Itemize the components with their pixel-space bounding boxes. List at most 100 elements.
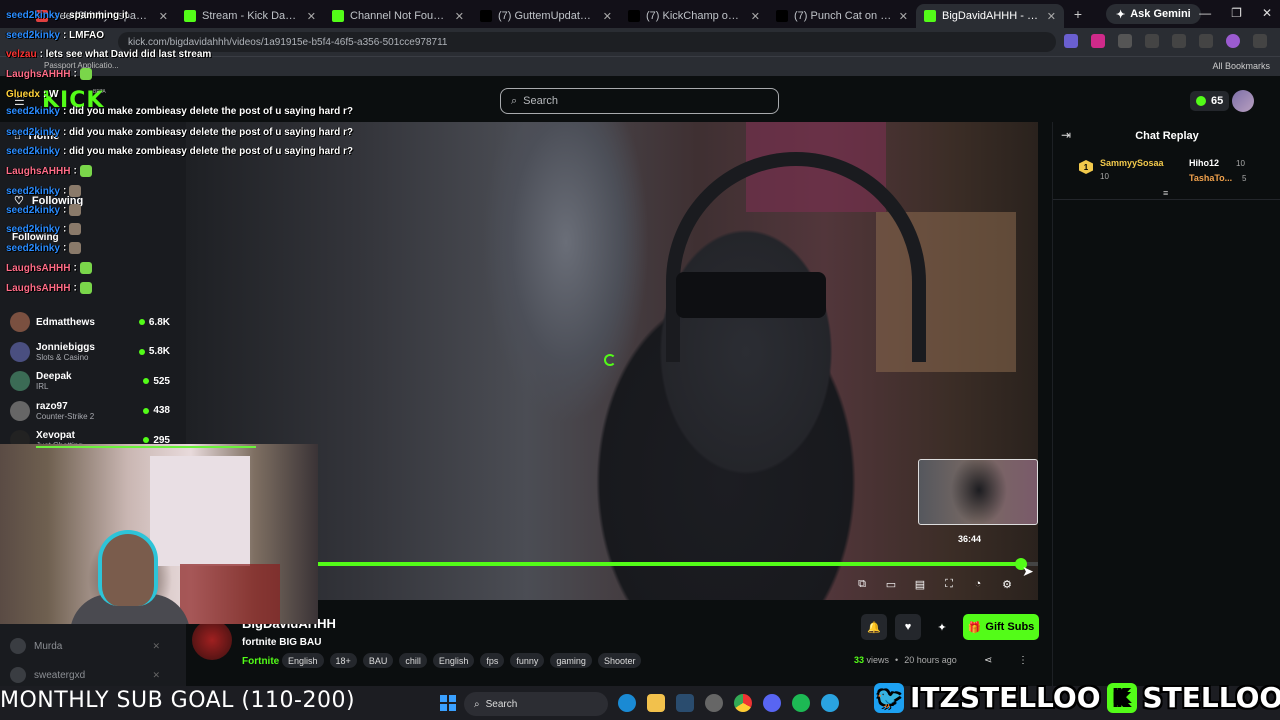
all-bookmarks[interactable]: All Bookmarks [1212,61,1270,71]
sidebar-channel[interactable]: Deepak IRL 525 [10,367,170,395]
tag-chip[interactable]: 18+ [329,653,357,668]
cast-icon[interactable] [1172,34,1186,48]
close-tab-icon[interactable]: ✕ [1047,10,1056,23]
settings-gear-icon[interactable]: ⚙ [1000,577,1014,591]
follow-button[interactable]: ♥ [895,614,921,640]
sidebar-channel[interactable]: razo97 Counter-Strike 2 438 [10,397,170,425]
video-frame-detail [676,272,826,318]
chat-text: : lets see what David did last stream [39,49,212,60]
playback-speed-icon[interactable]: ◔ [971,577,985,591]
settings-icon[interactable] [705,694,723,712]
leader-points: 5 [1242,174,1247,183]
chat-username: seed2kinky [6,223,60,235]
meta-separator: • [895,655,899,665]
sidebar-channel[interactable]: Jonniebiggs Slots & Casino 5.8K [10,338,170,366]
tab-favicon-icon [628,10,640,22]
profile-icon[interactable] [1226,34,1240,48]
browser-tab[interactable]: BigDavidAHHH - Watch ✕ [916,4,1064,28]
channel-info: Edmatthews [36,317,133,328]
channel-avatar [10,341,30,362]
edge-icon[interactable] [618,694,636,712]
url-field[interactable]: kick.com/bigdavidahhh/videos/1a91915e-b5… [118,32,1056,52]
taskbar-apps [618,694,839,712]
muted-icon: ✕ [152,640,160,651]
minimize-icon[interactable]: — [1199,6,1211,20]
steam-icon[interactable] [676,694,694,712]
telegram-icon[interactable] [821,694,839,712]
theater-mode-icon[interactable]: ▤ [913,577,927,591]
streamer-avatar[interactable] [192,620,232,660]
overlay-chat-message: LaughsAHHH: [6,262,92,274]
extension-icon[interactable] [1118,34,1132,48]
expand-leaderboard-icon[interactable]: ≡ [1163,188,1168,198]
tag-chip[interactable]: gaming [550,653,592,668]
sparkle-button[interactable]: ✦ [929,614,955,640]
channel-name: Murda [34,640,63,652]
tag-chip[interactable]: fps [480,653,505,668]
chat-leaderboard: 1 SammyySosaa 10 Hiho12 10 TashaTo... 5 … [1053,152,1280,200]
kicks-balance[interactable]: 65 [1190,91,1230,111]
ask-gemini-button[interactable]: ✦ Ask Gemini [1106,4,1201,24]
close-tab-icon[interactable]: ✕ [751,10,760,23]
browser-tab[interactable]: (7) GuttemUpdates on X ✕ [472,4,620,28]
category-link[interactable]: Fortnite [242,656,279,667]
sidebar-offline-channel[interactable]: sweatergxd ✕ [10,665,160,685]
fullscreen-icon[interactable]: ⛶ [942,577,956,591]
new-tab-icon[interactable]: + [1068,4,1088,24]
tag-chip[interactable]: BAU [362,653,394,668]
sidebar-offline-channel[interactable]: Murda ✕ [10,636,160,656]
tag-chip[interactable]: English [282,653,324,668]
spotify-icon[interactable] [792,694,810,712]
chat-emote-icon [79,68,92,80]
tag-chip[interactable]: English [432,653,475,668]
leader-name[interactable]: TashaTo... [1189,173,1232,183]
channel-viewers: 525 [143,376,170,387]
close-tab-icon[interactable]: ✕ [455,10,464,23]
beta-badge: BETA [93,89,106,95]
pip-icon[interactable]: ⧉ [855,577,869,591]
sidebar-channel[interactable]: Edmatthews 6.8K [10,308,170,336]
chat-text: : spamming it [62,10,128,21]
browser-tab[interactable]: Stream - Kick Dashboard ✕ [176,4,324,28]
extension-icon[interactable] [1064,34,1078,48]
bell-icon: 🔔 [867,621,881,634]
close-tab-icon[interactable]: ✕ [307,10,316,23]
leader-points: 10 [1100,172,1109,181]
tag-chip[interactable]: chill [399,653,427,668]
close-tab-icon[interactable]: ✕ [603,10,612,23]
gift-subs-button[interactable]: 🎁 Gift Subs [963,614,1039,640]
puzzle-icon[interactable] [1145,34,1159,48]
more-options-icon[interactable]: ⋮ [1018,655,1028,666]
browser-tab[interactable]: (7) Punch Cat on X: "https:/ ✕ [768,4,916,28]
tag-chip[interactable]: funny [510,653,545,668]
leader-name[interactable]: SammyySosaa [1100,158,1164,168]
maximize-icon[interactable]: ❐ [1231,6,1242,20]
user-avatar[interactable] [1232,90,1254,112]
close-window-icon[interactable]: ✕ [1262,6,1272,20]
list-icon[interactable] [1199,34,1213,48]
notify-bell-button[interactable]: 🔔 [861,614,887,640]
close-tab-icon[interactable]: ✕ [899,10,908,23]
muted-icon: ✕ [152,669,160,680]
tag-chip[interactable]: Shooter [597,653,642,668]
chat-username: LaughsAHHH [6,262,71,274]
channel-category: IRL [36,382,49,391]
share-icon[interactable]: ⋖ [984,655,992,666]
close-tab-icon[interactable]: ✕ [159,10,168,23]
menu-icon[interactable] [1253,34,1267,48]
clip-icon[interactable]: ▭ [884,577,898,591]
mouse-cursor-icon: ➤ [1022,563,1034,579]
chrome-icon[interactable] [734,694,752,712]
taskbar-search[interactable]: ⌕ Search [464,692,608,716]
browser-tab[interactable]: Channel Not Found - Kick ✕ [324,4,472,28]
leader-name[interactable]: Hiho12 [1189,158,1219,168]
extension-icon[interactable] [1091,34,1105,48]
overlay-chat-message: Gluedx: W [6,89,58,100]
windows-start-icon[interactable] [440,695,456,711]
chat-emote-icon [69,242,82,254]
browser-tab[interactable]: (7) KickChamp on X: "Sn ✕ [620,4,768,28]
file-explorer-icon[interactable] [647,694,665,712]
search-input[interactable]: ⌕ Search [500,88,779,114]
sparkle-icon: ✦ [937,621,947,634]
discord-icon[interactable] [763,694,781,712]
